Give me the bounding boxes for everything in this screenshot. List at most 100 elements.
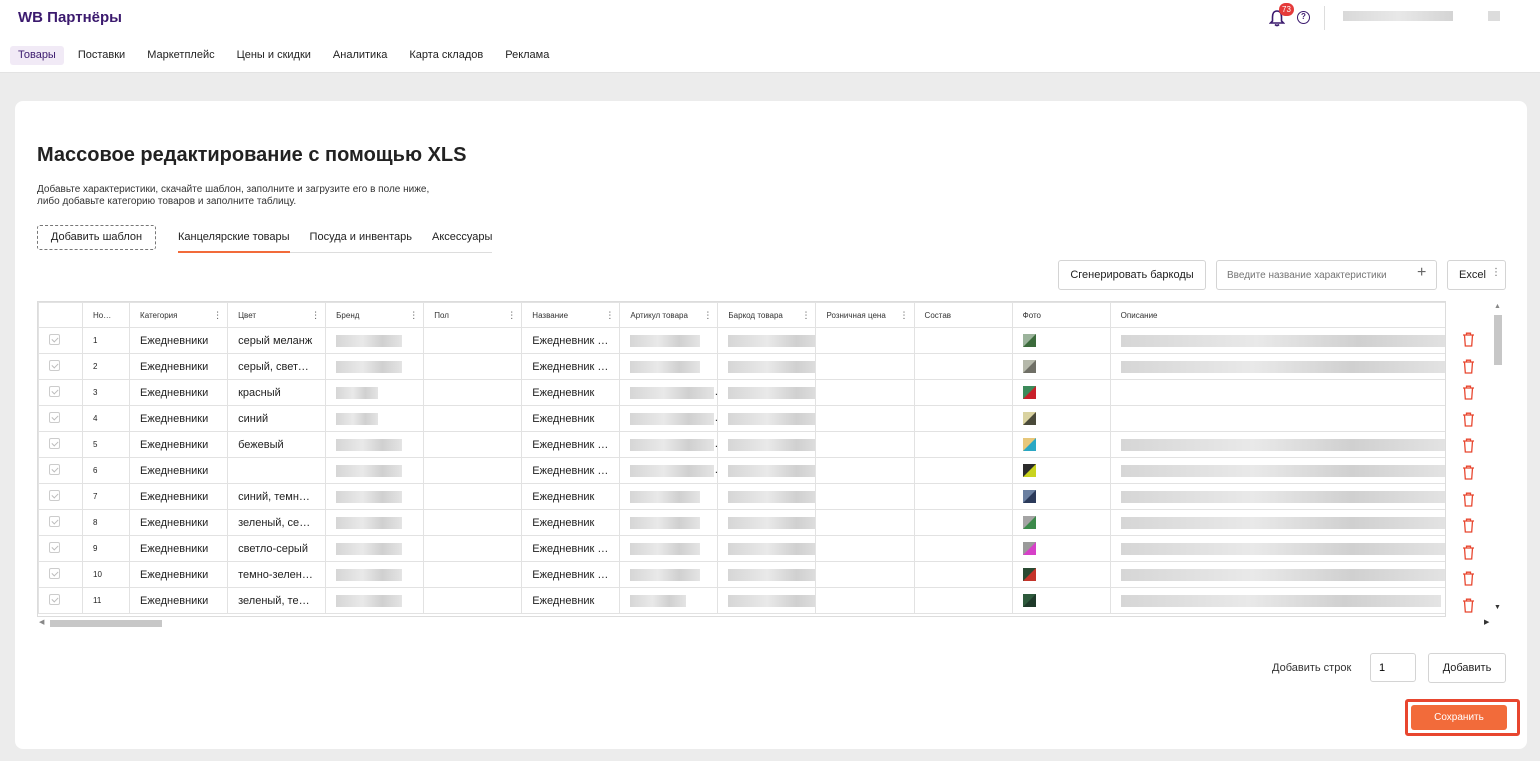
cell-brand[interactable] [325,353,425,380]
cell-number[interactable]: 9 [82,535,131,562]
cell-number[interactable]: 10 [82,561,131,588]
user-menu-redacted[interactable] [1488,11,1500,21]
cell-name[interactable]: Ежедневник [521,509,621,536]
scroll-right-icon[interactable]: ▶ [1484,618,1489,626]
horizontal-scrollbar[interactable]: ◀ ▶ [37,617,1505,629]
cell-photo[interactable] [1011,457,1111,484]
kebab-icon[interactable]: ⋮ [409,310,418,321]
kebab-icon[interactable]: ⋮ [801,310,810,321]
trash-icon[interactable] [1462,332,1475,347]
trash-icon[interactable] [1462,518,1475,533]
table-row[interactable]: 7Ежедневникисиний, темно-синий Ежедневник [38,483,1488,510]
product-photo-thumbnail[interactable] [1022,412,1036,425]
cell-barcode[interactable] [717,483,817,510]
cell-barcode[interactable] [717,405,817,432]
cell-composition[interactable] [913,509,1013,536]
cell-category[interactable]: Ежедневники [129,509,229,536]
cell-description[interactable] [1109,327,1488,354]
cell-article[interactable] [619,535,719,562]
product-photo-thumbnail[interactable] [1022,334,1036,347]
cell-photo[interactable] [1011,483,1111,510]
cell-gender[interactable] [423,561,523,588]
scroll-up-icon[interactable]: ▲ [1494,303,1501,310]
trash-icon[interactable] [1462,412,1475,427]
header-category[interactable]: Категория ⋮ [129,302,229,328]
cell-color[interactable]: темно-зеленый [227,561,327,588]
cell-retail-price[interactable] [815,587,915,614]
kebab-icon[interactable]: ⋮ [703,310,712,321]
cell-description[interactable] [1109,457,1488,484]
table-row[interactable]: 5 Ежедневники бежевый Ежедневник на [38,431,1488,458]
cell-number[interactable]: 3 [82,379,131,406]
table-row[interactable]: 10 Ежедневники темно-зеленый Ежедневник на [38,561,1488,588]
row-checkbox[interactable] [49,593,60,605]
cell-retail-price[interactable] [815,327,915,354]
row-checkbox-cell[interactable] [38,509,84,536]
cell-name[interactable]: Ежедневник [521,587,621,614]
horizontal-scroll-thumb[interactable] [50,620,162,627]
nav-item-analytics[interactable]: Аналитика [325,46,395,65]
cell-name[interactable]: Ежедневник [521,379,621,406]
table-row[interactable]: 8 Ежедневники зеленый, серый Ежедневник [38,509,1488,536]
cell-color[interactable] [227,457,327,484]
cell-gender[interactable] [423,457,523,484]
cell-composition[interactable] [913,405,1013,432]
cell-photo[interactable] [1011,587,1111,614]
cell-number[interactable]: 7 [82,483,131,510]
cell-article[interactable] [619,587,719,614]
cell-article[interactable] [619,379,719,406]
cell-color[interactable]: бежевый [227,431,327,458]
header-color[interactable]: Цвет ⋮ [227,302,327,328]
trash-icon[interactable] [1462,385,1475,400]
add-template-button[interactable]: Добавить шаблон [37,225,156,250]
table-row[interactable]: 6 Ежедневники Ежедневник на [38,457,1488,484]
cell-name[interactable]: Ежедневник на [521,431,621,458]
table-row[interactable]: 1 Ежедневники серый меланж Ежедневник на [38,327,1488,354]
cell-barcode[interactable] [717,379,817,406]
add-rows-count-input[interactable] [1370,653,1416,682]
cell-description[interactable] [1109,353,1488,380]
table-row[interactable]: 9 Ежедневники светло-серый Ежедневник на [38,535,1488,562]
cell-article[interactable] [619,509,719,536]
cell-brand[interactable] [325,405,425,432]
tab-tableware[interactable]: Посуда и инвентарь [310,231,412,252]
row-checkbox-cell[interactable] [38,379,84,406]
table-row[interactable]: 2Ежедневникисерый, светло-серый Ежедневни… [38,353,1488,380]
trash-icon[interactable] [1462,359,1475,374]
row-checkbox-cell[interactable] [38,483,84,510]
cell-brand[interactable] [325,561,425,588]
header-article[interactable]: Артикул товара ⋮ [619,302,719,328]
cell-category[interactable]: Ежедневники [129,561,229,588]
cell-composition[interactable] [913,483,1013,510]
kebab-icon[interactable]: ⋮ [900,310,909,321]
product-photo-thumbnail[interactable] [1022,360,1036,373]
cell-composition[interactable] [913,431,1013,458]
cell-gender[interactable] [423,405,523,432]
cell-barcode[interactable] [717,431,817,458]
table-row[interactable]: 11Ежедневникизеленый, темно-зеленый Ежедн… [38,587,1488,614]
nav-item-marketplace[interactable]: Маркетплейс [139,46,222,65]
nav-item-products[interactable]: Товары [10,46,64,65]
cell-photo[interactable] [1011,509,1111,536]
cell-article[interactable] [619,457,719,484]
cell-number[interactable]: 2 [82,353,131,380]
cell-name[interactable]: Ежедневник на [521,561,621,588]
tab-accessories[interactable]: Аксессуары [432,231,492,252]
cell-barcode[interactable] [717,327,817,354]
product-photo-thumbnail[interactable] [1022,568,1036,581]
header-number[interactable]: Ном... [82,302,131,328]
cell-gender[interactable] [423,535,523,562]
cell-photo[interactable] [1011,431,1111,458]
cell-brand[interactable] [325,509,425,536]
cell-description[interactable] [1109,431,1488,458]
cell-category[interactable]: Ежедневники [129,457,229,484]
cell-barcode[interactable] [717,457,817,484]
row-checkbox-cell[interactable] [38,353,84,380]
cell-color[interactable]: зеленый, серый [227,509,327,536]
row-checkbox-cell[interactable] [38,327,84,354]
row-checkbox[interactable] [49,515,60,527]
cell-category[interactable]: Ежедневники [129,405,229,432]
kebab-icon[interactable]: ⋮ [507,310,516,321]
cell-article[interactable] [619,561,719,588]
cell-color[interactable]: синий [227,405,327,432]
